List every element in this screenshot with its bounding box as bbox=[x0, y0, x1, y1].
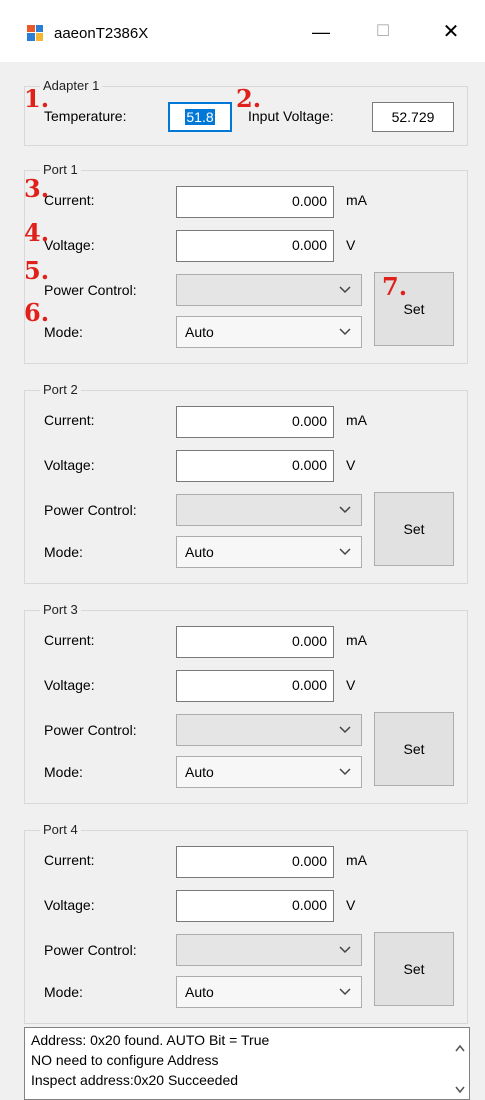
annotation-3: 3. bbox=[24, 174, 50, 203]
power-control-label: Power Control: bbox=[44, 942, 137, 958]
mode-label: Mode: bbox=[44, 984, 83, 1000]
annotation-7: 7. bbox=[382, 272, 408, 301]
mode-label: Mode: bbox=[44, 324, 83, 340]
current-field[interactable]: 0.000 bbox=[176, 186, 334, 218]
current-label: Current: bbox=[44, 192, 95, 208]
close-button[interactable]: ✕ bbox=[428, 14, 474, 50]
current-label: Current: bbox=[44, 412, 95, 428]
adapter-group-label: Adapter 1 bbox=[40, 78, 103, 93]
voltage-label: Voltage: bbox=[44, 677, 95, 693]
power-control-label: Power Control: bbox=[44, 722, 137, 738]
power-control-select[interactable] bbox=[176, 714, 362, 746]
window-title: aaeonT2386X bbox=[54, 25, 149, 42]
chevron-down-icon bbox=[339, 328, 351, 336]
voltage-field[interactable]: 0.000 bbox=[176, 670, 334, 702]
mode-select[interactable]: Auto bbox=[176, 536, 362, 568]
scroll-up-icon[interactable] bbox=[455, 1044, 465, 1052]
voltage-unit: V bbox=[346, 897, 356, 913]
mode-value: Auto bbox=[185, 544, 214, 560]
mode-value: Auto bbox=[185, 984, 214, 1000]
scroll-down-icon[interactable] bbox=[455, 1086, 465, 1094]
port-group-label: Port 3 bbox=[40, 602, 81, 617]
current-unit: mA bbox=[346, 412, 367, 428]
current-unit: mA bbox=[346, 852, 367, 868]
minimize-button[interactable]: — bbox=[298, 14, 344, 50]
chevron-down-icon bbox=[339, 726, 351, 734]
chevron-down-icon bbox=[339, 946, 351, 954]
power-control-label: Power Control: bbox=[44, 502, 137, 518]
annotation-6: 6. bbox=[24, 298, 50, 327]
voltage-label: Voltage: bbox=[44, 237, 95, 253]
mode-label: Mode: bbox=[44, 544, 83, 560]
log-line: Inspect address:0x20 Succeeded bbox=[31, 1072, 239, 1088]
chevron-down-icon bbox=[339, 506, 351, 514]
chevron-down-icon bbox=[339, 988, 351, 996]
current-field[interactable]: 0.000 bbox=[176, 406, 334, 438]
app-icon bbox=[27, 25, 43, 41]
current-unit: mA bbox=[346, 192, 367, 208]
temperature-field[interactable]: 51.8 bbox=[168, 102, 232, 132]
port-group-label: Port 4 bbox=[40, 822, 81, 837]
annotation-4: 4. bbox=[24, 218, 50, 247]
port-group-label: Port 2 bbox=[40, 382, 81, 397]
temperature-label: Temperature: bbox=[44, 108, 127, 124]
mode-value: Auto bbox=[185, 764, 214, 780]
app-window: aaeonT2386X — ☐ ✕ Adapter 1 Temperature:… bbox=[0, 0, 485, 1100]
annotation-1: 1. bbox=[24, 84, 50, 113]
current-field[interactable]: 0.000 bbox=[176, 626, 334, 658]
mode-select[interactable]: Auto bbox=[176, 976, 362, 1008]
voltage-field[interactable]: 0.000 bbox=[176, 890, 334, 922]
mode-select[interactable]: Auto bbox=[176, 316, 362, 348]
current-field[interactable]: 0.000 bbox=[176, 846, 334, 878]
maximize-button[interactable]: ☐ bbox=[360, 14, 406, 50]
log-scrollbar[interactable] bbox=[451, 1028, 469, 1099]
log-line: NO need to configure Address bbox=[31, 1052, 219, 1068]
set-button[interactable]: Set bbox=[374, 492, 454, 566]
log-line: Address: 0x20 found. AUTO Bit = True bbox=[31, 1032, 270, 1048]
voltage-field[interactable]: 0.000 bbox=[176, 450, 334, 482]
title-bar[interactable]: aaeonT2386X — ☐ ✕ bbox=[0, 0, 485, 62]
power-control-select[interactable] bbox=[176, 494, 362, 526]
current-label: Current: bbox=[44, 632, 95, 648]
voltage-unit: V bbox=[346, 457, 356, 473]
current-label: Current: bbox=[44, 852, 95, 868]
input-voltage-field[interactable]: 52.729 bbox=[372, 102, 454, 132]
chevron-down-icon bbox=[339, 768, 351, 776]
mode-select[interactable]: Auto bbox=[176, 756, 362, 788]
log-box[interactable]: Address: 0x20 found. AUTO Bit = True NO … bbox=[24, 1027, 470, 1100]
set-button[interactable]: Set bbox=[374, 712, 454, 786]
annotation-5: 5. bbox=[24, 256, 50, 285]
temperature-value: 51.8 bbox=[185, 109, 215, 125]
voltage-unit: V bbox=[346, 237, 356, 253]
voltage-label: Voltage: bbox=[44, 897, 95, 913]
voltage-unit: V bbox=[346, 677, 356, 693]
chevron-down-icon bbox=[339, 548, 351, 556]
current-unit: mA bbox=[346, 632, 367, 648]
mode-label: Mode: bbox=[44, 764, 83, 780]
power-control-select[interactable] bbox=[176, 934, 362, 966]
power-control-label: Power Control: bbox=[44, 282, 137, 298]
set-button[interactable]: Set bbox=[374, 932, 454, 1006]
annotation-2: 2. bbox=[236, 84, 262, 113]
voltage-label: Voltage: bbox=[44, 457, 95, 473]
voltage-field[interactable]: 0.000 bbox=[176, 230, 334, 262]
chevron-down-icon bbox=[339, 286, 351, 294]
power-control-select[interactable] bbox=[176, 274, 362, 306]
mode-value: Auto bbox=[185, 324, 214, 340]
